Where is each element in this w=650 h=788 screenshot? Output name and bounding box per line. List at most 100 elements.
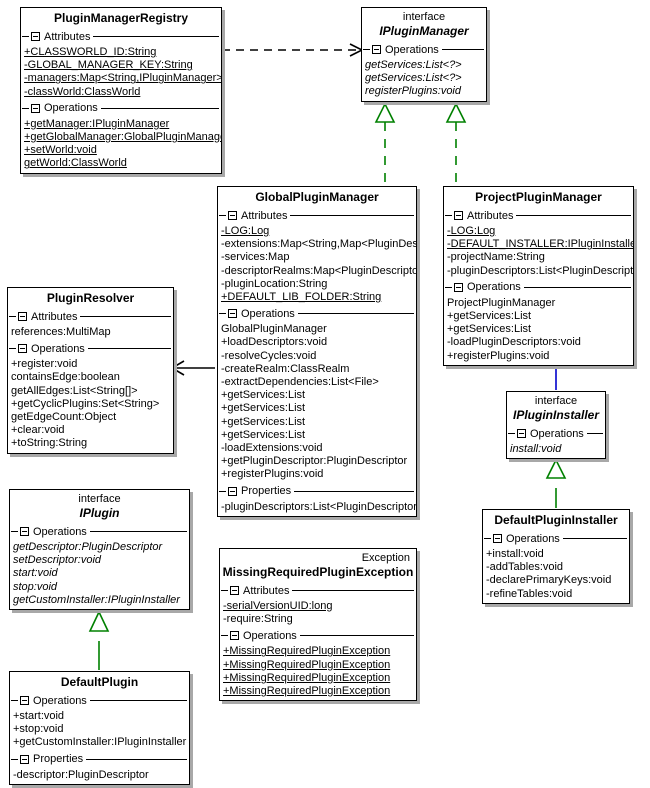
compartment-header-operations[interactable]: Operations — [10, 524, 189, 539]
compartment-header-attributes[interactable]: Attributes — [21, 29, 221, 44]
attribute-item: references:MultiMap — [11, 326, 111, 338]
class-box-default-plugin-installer[interactable]: DefaultPluginInstaller Operations +insta… — [482, 509, 630, 604]
compartment-header-operations[interactable]: Operations — [218, 306, 416, 321]
compartment-header-operations[interactable]: Operations — [483, 531, 629, 546]
compartment-header-operations[interactable]: Operations — [21, 101, 221, 116]
collapse-icon[interactable] — [20, 754, 29, 764]
compartment-header-operations[interactable]: Operations — [220, 628, 416, 643]
compartment-header-attributes[interactable]: Attributes — [220, 583, 416, 598]
compartment-header-operations[interactable]: Operations — [8, 341, 173, 356]
operation-item: ProjectPluginManager — [447, 296, 556, 309]
class-box-plugin-resolver[interactable]: PluginResolver Attributes references:Mul… — [7, 287, 174, 454]
class-box-global-plugin-manager[interactable]: GlobalPluginManager Attributes -LOG:Log … — [217, 186, 417, 517]
attribute-item: -GLOBAL_MANAGER_KEY:String — [24, 59, 193, 72]
compartment-header-operations[interactable]: Operations — [507, 426, 605, 441]
operation-item: +MissingRequiredPluginException — [223, 671, 391, 684]
class-box-default-plugin[interactable]: DefaultPlugin Operations +start:void +st… — [9, 671, 190, 785]
class-box-plugin-manager-registry[interactable]: PluginManagerRegistry Attributes +CLASSW… — [20, 7, 222, 174]
attribute-item: -classWorld:ClassWorld — [24, 85, 141, 98]
compartment-label: Attributes — [243, 584, 290, 597]
collapse-icon[interactable] — [31, 32, 40, 41]
compartment-header-properties[interactable]: Properties — [218, 484, 416, 499]
operation-item: +getGlobalManager:GlobalPluginManager — [24, 131, 222, 144]
compartment-label: Operations — [33, 525, 87, 538]
collapse-icon[interactable] — [228, 309, 237, 319]
class-box-iplugin[interactable]: interface IPlugin Operations getDescript… — [9, 489, 190, 611]
compartment-label: Operations — [506, 532, 560, 545]
operation-item: +MissingRequiredPluginException — [223, 658, 391, 671]
collapse-icon[interactable] — [31, 103, 40, 113]
class-header: interface IPluginInstaller — [507, 392, 605, 426]
compartment-rule — [89, 531, 187, 532]
compartment-header-attributes[interactable]: Attributes — [8, 309, 173, 324]
compartment-dash — [219, 313, 226, 315]
attribute-item: +CLASSWORLD_ID:String — [24, 46, 157, 58]
properties-list: -descriptor:PluginDescriptor — [10, 767, 189, 784]
operations-list: +MissingRequiredPluginException +Missing… — [220, 643, 416, 700]
class-box-project-plugin-manager[interactable]: ProjectPluginManager Attributes -LOG:Log… — [443, 186, 634, 366]
collapse-icon[interactable] — [20, 527, 29, 536]
operation-item: +getServices:List — [221, 389, 306, 402]
attribute-item: +DEFAULT_LIB_FOLDER:String — [221, 291, 382, 304]
attribute-item: -pluginDescriptors:List<PluginDescriptor… — [447, 264, 634, 277]
compartment-header-operations[interactable]: Operations — [444, 280, 633, 295]
compartment-rule — [441, 49, 484, 50]
operation-item: +install:void — [486, 548, 544, 560]
collapse-icon[interactable] — [230, 631, 239, 641]
compartment-label: Operations — [530, 427, 584, 440]
attribute-item: -pluginLocation:String — [221, 277, 328, 290]
collapse-icon[interactable] — [228, 211, 237, 220]
compartment-header-attributes[interactable]: Attributes — [444, 208, 633, 223]
compartment-label: Operations — [467, 281, 521, 294]
collapse-icon[interactable] — [454, 211, 463, 220]
class-box-missing-required-plugin-exception[interactable]: Exception MissingRequiredPluginException… — [219, 548, 417, 702]
compartment-header-attributes[interactable]: Attributes — [218, 208, 416, 223]
compartment-header-properties[interactable]: Properties — [10, 752, 189, 767]
operation-item: getEdgeCount:Object — [11, 411, 117, 424]
diagram-canvas: IPluginManager (black dashed, open arrow… — [0, 0, 650, 788]
compartment-rule — [290, 215, 414, 216]
compartment-rule — [299, 635, 414, 637]
attribute-item: -extensions:Map<String,Map<PluginDescrip… — [221, 238, 416, 251]
collapse-icon[interactable] — [517, 429, 526, 438]
collapse-icon[interactable] — [18, 344, 27, 354]
compartment-rule — [80, 316, 171, 317]
operation-item: -loadExtensions:void — [221, 442, 323, 455]
class-stereotype: Exception — [361, 552, 410, 564]
class-title: ProjectPluginManager — [475, 190, 602, 204]
class-box-iplugin-installer[interactable]: interface IPluginInstaller Operations in… — [506, 391, 606, 460]
collapse-icon[interactable] — [230, 586, 239, 595]
collapse-icon[interactable] — [228, 486, 237, 496]
collapse-icon[interactable] — [372, 45, 381, 54]
operation-item: +register:void — [11, 358, 78, 371]
class-stereotype: interface — [78, 493, 121, 505]
compartment-dash — [484, 538, 491, 539]
compartment-rule — [562, 538, 627, 539]
compartment-dash — [219, 215, 226, 216]
class-header: DefaultPlugin — [10, 672, 189, 693]
collapse-icon[interactable] — [454, 282, 463, 292]
operation-item: +registerPlugins:void — [221, 468, 324, 481]
class-title: GlobalPluginManager — [255, 190, 379, 204]
class-title: PluginResolver — [46, 291, 135, 305]
attributes-list: -serialVersionUID:long -require:String — [220, 598, 416, 628]
attributes-list: references:MultiMap — [8, 324, 173, 341]
compartment-rule — [523, 286, 631, 288]
collapse-icon[interactable] — [493, 534, 502, 543]
class-title: PluginManagerRegistry — [53, 11, 189, 25]
operation-item: +MissingRequiredPluginException — [223, 685, 391, 698]
compartment-header-operations[interactable]: Operations — [362, 42, 486, 57]
class-box-iplugin-manager[interactable]: interface IPluginManager Operations getS… — [361, 7, 487, 102]
class-title: MissingRequiredPluginException — [222, 565, 414, 579]
operations-list: +register:void containsEdge:boolean getA… — [8, 356, 173, 452]
collapse-icon[interactable] — [18, 312, 27, 321]
class-header: interface IPlugin — [10, 490, 189, 524]
compartment-dash — [11, 700, 18, 701]
operation-item: getDescriptor:PluginDescriptor — [13, 541, 163, 553]
compartment-header-operations[interactable]: Operations — [10, 693, 189, 708]
compartment-label: Operations — [241, 307, 295, 320]
compartment-dash — [9, 348, 16, 350]
collapse-icon[interactable] — [20, 696, 29, 705]
compartment-label: Operations — [243, 629, 297, 642]
attribute-item: -DEFAULT_INSTALLER:IPluginInstaller — [447, 238, 634, 251]
